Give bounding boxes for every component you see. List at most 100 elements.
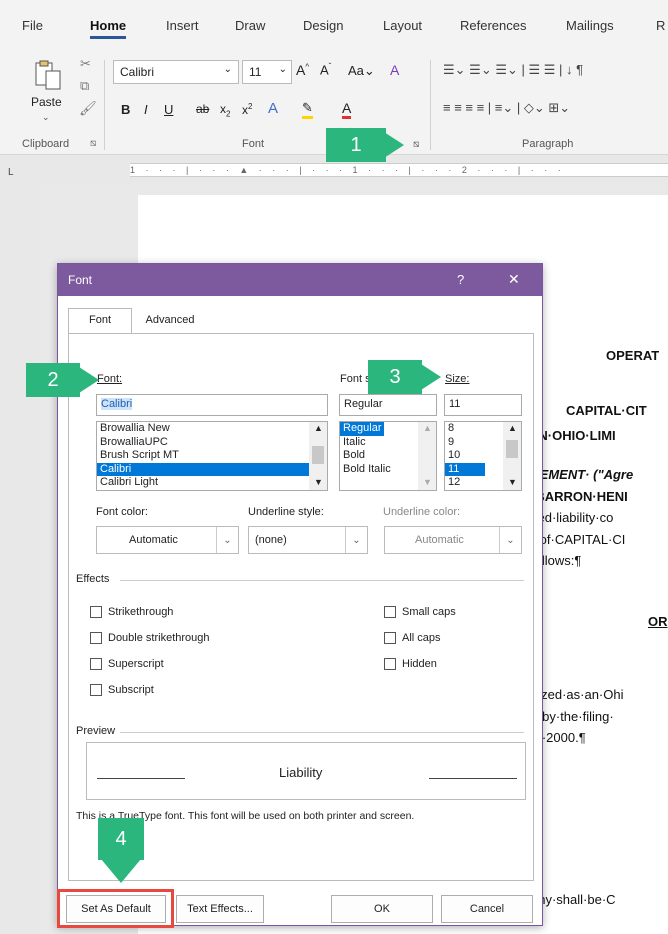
- list-item[interactable]: Calibri: [97, 462, 309, 476]
- font-style-field[interactable]: Regular: [339, 394, 437, 416]
- font-name-box[interactable]: Calibri ⌄: [113, 60, 239, 84]
- chevron-down-icon[interactable]: ⌄: [216, 527, 238, 553]
- divider: [120, 732, 524, 733]
- bullets-icon[interactable]: ☰⌄ ☰⌄ ☰⌄ | ☰ ☰ | ↓ ¶: [443, 62, 583, 78]
- underline-color-label: Underline color:: [383, 506, 461, 518]
- list-item[interactable]: 11: [445, 462, 485, 476]
- italic-icon[interactable]: I: [144, 102, 148, 117]
- close-icon[interactable]: ✕: [508, 271, 520, 288]
- ok-button[interactable]: OK: [331, 895, 433, 923]
- scroll-down-icon[interactable]: ▼: [423, 477, 432, 487]
- scroll-thumb[interactable]: [506, 440, 518, 458]
- doc-line: ited·liability·co: [531, 510, 614, 525]
- checkbox-box[interactable]: [90, 658, 102, 670]
- size-list[interactable]: 8 9 10 11 12 ▲ ▼: [444, 421, 522, 491]
- checkbox-label: All caps: [402, 632, 441, 644]
- chevron-down-icon[interactable]: ⌄: [42, 112, 50, 123]
- cut-icon[interactable]: ✂: [80, 56, 91, 72]
- chevron-down-icon[interactable]: ⌄: [499, 527, 521, 553]
- hidden-checkbox[interactable]: Hidden: [384, 658, 437, 670]
- underline-color-dropdown[interactable]: Automatic ⌄: [384, 526, 522, 554]
- font-field[interactable]: Calibri: [96, 394, 328, 416]
- format-painter-icon[interactable]: 🖌: [79, 100, 97, 117]
- subscript-checkbox[interactable]: Subscript: [90, 684, 154, 696]
- tab-advanced[interactable]: Advanced: [134, 310, 206, 334]
- checkbox-box[interactable]: [90, 684, 102, 696]
- copy-icon[interactable]: ⧉: [80, 78, 89, 94]
- list-item[interactable]: BrowalliaUPC: [97, 436, 327, 450]
- checkbox-box[interactable]: [384, 606, 396, 618]
- small-caps-checkbox[interactable]: Small caps: [384, 606, 456, 618]
- text-effects-button[interactable]: Text Effects...: [176, 895, 264, 923]
- scrollbar[interactable]: ▲ ▼: [503, 422, 521, 490]
- scroll-thumb[interactable]: [312, 446, 324, 464]
- alignment-icon[interactable]: ≡ ≡ ≡ ≡ | ≡⌄ | ◇⌄ ⊞⌄: [443, 100, 570, 116]
- highlight-icon[interactable]: ✎: [302, 100, 313, 119]
- tab-draw[interactable]: Draw: [235, 18, 265, 33]
- tab-file[interactable]: File: [22, 18, 43, 33]
- grow-font-icon[interactable]: A^: [296, 62, 309, 78]
- list-item[interactable]: Calibri Light: [97, 476, 327, 490]
- tab-review[interactable]: R: [656, 18, 665, 33]
- superscript-checkbox[interactable]: Superscript: [90, 658, 164, 670]
- checkbox-label: Superscript: [108, 658, 164, 670]
- scrollbar[interactable]: ▲ ▼: [418, 422, 436, 490]
- paste-label[interactable]: Paste: [31, 95, 62, 109]
- font-size-box[interactable]: 11 ⌄: [242, 60, 292, 84]
- font-color-label: Font color:: [96, 506, 148, 518]
- superscript-icon[interactable]: x2: [242, 102, 252, 117]
- clear-formatting-icon[interactable]: A: [390, 62, 399, 78]
- list-item[interactable]: Brush Script MT: [97, 449, 327, 463]
- scrollbar[interactable]: ▲ ▼: [309, 422, 327, 490]
- tab-mailings[interactable]: Mailings: [566, 18, 614, 33]
- font-field-value: Calibri: [101, 398, 133, 410]
- checkbox-box[interactable]: [384, 632, 396, 644]
- scroll-up-icon[interactable]: ▲: [423, 423, 432, 433]
- help-icon[interactable]: ?: [457, 272, 464, 287]
- bold-icon[interactable]: B: [121, 102, 130, 117]
- underline-style-dropdown[interactable]: (none) ⌄: [248, 526, 368, 554]
- paste-icon[interactable]: [28, 58, 68, 92]
- scroll-down-icon[interactable]: ▼: [508, 477, 517, 487]
- dialog-title-bar[interactable]: Font ? ✕: [58, 264, 542, 296]
- font-color-dropdown[interactable]: Automatic ⌄: [96, 526, 239, 554]
- subscript-icon[interactable]: x2: [220, 102, 230, 118]
- font-dialog-launcher-icon[interactable]: ⧅: [413, 139, 419, 150]
- tab-selector-icon[interactable]: L: [8, 167, 14, 178]
- dialog-launcher-icon[interactable]: ⧅: [90, 138, 96, 149]
- font-style-list[interactable]: Regular Italic Bold Bold Italic ▲ ▼: [339, 421, 437, 491]
- strikethrough-icon[interactable]: ab: [196, 102, 209, 116]
- chevron-down-icon[interactable]: ⌄: [279, 64, 287, 75]
- all-caps-checkbox[interactable]: All caps: [384, 632, 441, 644]
- shrink-font-icon[interactable]: Aˇ: [320, 62, 331, 77]
- chevron-down-icon[interactable]: ⌄: [224, 64, 232, 75]
- tab-layout[interactable]: Layout: [383, 18, 422, 33]
- checkbox-box[interactable]: [90, 606, 102, 618]
- tab-font[interactable]: Font: [68, 308, 132, 334]
- cancel-button[interactable]: Cancel: [441, 895, 533, 923]
- font-color-icon[interactable]: A: [342, 100, 352, 119]
- change-case-icon[interactable]: Aa⌄: [348, 63, 375, 79]
- underline-icon[interactable]: U: [164, 102, 173, 117]
- checkbox-label: Strikethrough: [108, 606, 174, 618]
- size-field[interactable]: 11: [444, 394, 522, 416]
- text-effects-icon[interactable]: A: [268, 100, 278, 117]
- font-list[interactable]: Browallia New BrowalliaUPC Brush Script …: [96, 421, 328, 491]
- tab-references[interactable]: References: [460, 18, 526, 33]
- list-item[interactable]: Regular: [340, 422, 384, 436]
- underline-style-value: (none): [255, 534, 287, 546]
- double-strikethrough-checkbox[interactable]: Double strikethrough: [90, 632, 210, 644]
- tab-home[interactable]: Home: [90, 18, 127, 39]
- list-item[interactable]: Browallia New: [97, 422, 327, 436]
- scroll-down-icon[interactable]: ▼: [314, 477, 323, 487]
- scroll-up-icon[interactable]: ▲: [314, 423, 323, 433]
- tab-design[interactable]: Design: [303, 18, 343, 33]
- checkbox-box[interactable]: [384, 658, 396, 670]
- chevron-down-icon[interactable]: ⌄: [345, 527, 367, 553]
- scroll-up-icon[interactable]: ▲: [508, 423, 517, 433]
- callout-arrow: [384, 132, 404, 158]
- strikethrough-checkbox[interactable]: Strikethrough: [90, 606, 173, 618]
- checkbox-box[interactable]: [90, 632, 102, 644]
- tab-insert[interactable]: Insert: [166, 18, 199, 33]
- checkbox-label: Double strikethrough: [108, 632, 210, 644]
